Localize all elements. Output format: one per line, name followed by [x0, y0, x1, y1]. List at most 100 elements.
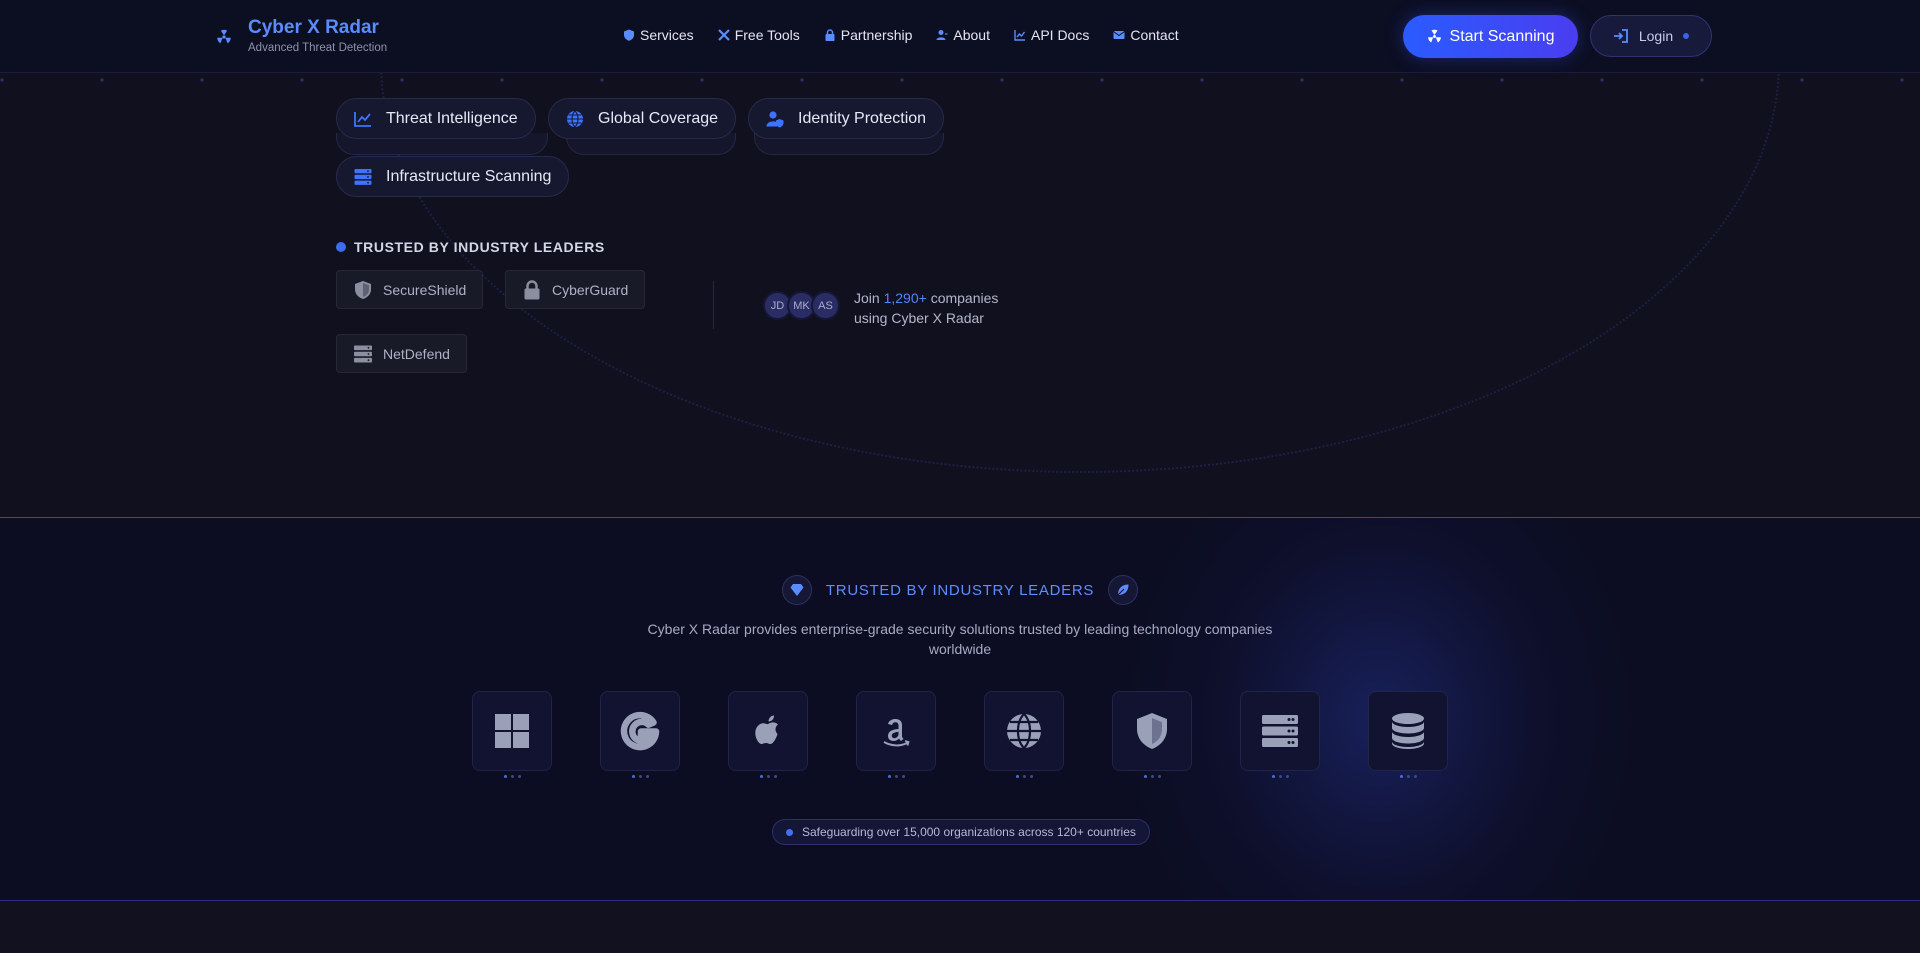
- start-scanning-label: Start Scanning: [1449, 27, 1555, 45]
- nav-contact[interactable]: Contact: [1113, 27, 1179, 43]
- envelope-icon: [1113, 31, 1126, 39]
- indicator-dots: [1271, 775, 1289, 778]
- logo-card: [984, 691, 1064, 771]
- vertical-divider: [713, 281, 714, 329]
- shield-icon: [355, 280, 371, 299]
- logo-card: [1240, 691, 1320, 771]
- join-companies-text: Join 1,290+ companies using Cyber X Rada…: [854, 288, 998, 328]
- chart-line-icon: [354, 111, 371, 127]
- logo-item: [600, 691, 680, 778]
- lock-icon: [524, 279, 540, 299]
- nav-free-tools-label: Free Tools: [734, 27, 800, 43]
- pill-dot: [786, 828, 793, 836]
- windows-icon: [495, 714, 529, 748]
- logo-item: [1112, 691, 1192, 778]
- logo-item: [984, 691, 1064, 778]
- logo-item: [472, 691, 552, 778]
- feature-label: Infrastructure Scanning: [386, 167, 552, 185]
- avatar: AS: [811, 291, 840, 320]
- nav-partnership[interactable]: Partnership: [824, 27, 913, 43]
- leaf-icon: [1108, 575, 1139, 605]
- partner-netdefend: NetDefend: [336, 334, 467, 373]
- nav-services[interactable]: Services: [623, 27, 694, 43]
- stats-pill: Safeguarding over 15,000 organizations a…: [772, 819, 1150, 845]
- logo-card: [856, 691, 936, 771]
- indicator-dots: [887, 775, 905, 778]
- section-header: TRUSTED BY INDUSTRY LEADERS: [0, 575, 1920, 605]
- trusted-heading-text: TRUSTED BY INDUSTRY LEADERS: [354, 239, 605, 255]
- feature-identity-protection[interactable]: Identity Protection: [748, 98, 945, 139]
- trusted-heading: TRUSTED BY INDUSTRY LEADERS: [336, 239, 605, 255]
- google-icon: [620, 711, 660, 751]
- feature-label: Global Coverage: [598, 109, 719, 127]
- feature-threat-intelligence[interactable]: Threat Intelligence: [336, 98, 536, 139]
- nav-api-docs-label: API Docs: [1030, 27, 1090, 43]
- feature-label: Identity Protection: [798, 109, 927, 127]
- join-count: 1,290+: [883, 290, 927, 306]
- logo-item: [728, 691, 808, 778]
- decorative-dot: [200, 78, 204, 82]
- join-prefix: Join: [854, 290, 880, 306]
- decorative-dot: [100, 78, 104, 82]
- section-title: TRUSTED BY INDUSTRY LEADERS: [825, 581, 1095, 599]
- user-shield-icon: [766, 110, 784, 127]
- logo-card: [472, 691, 552, 771]
- partner-secureshield: SecureShield: [336, 270, 484, 309]
- feature-infrastructure-scanning[interactable]: Infrastructure Scanning: [336, 156, 570, 197]
- shield-icon: [624, 29, 634, 41]
- nav-free-tools[interactable]: Free Tools: [717, 27, 800, 43]
- decorative-dot: [1900, 78, 1904, 82]
- main-nav: Services Free Tools Partnership About AP…: [623, 27, 1179, 43]
- nav-api-docs[interactable]: API Docs: [1014, 27, 1089, 43]
- logo-card: [1368, 691, 1448, 771]
- top-navigation-bar: Cyber X Radar Advanced Threat Detection …: [0, 0, 1920, 73]
- logo-item: [856, 691, 936, 778]
- partner-name: SecureShield: [383, 281, 467, 298]
- indicator-dots: [1399, 775, 1417, 778]
- tools-icon: [717, 29, 730, 41]
- login-button[interactable]: Login: [1590, 15, 1712, 57]
- indicator-dots: [1015, 775, 1033, 778]
- brand-subtitle: Advanced Threat Detection: [248, 42, 388, 54]
- shield-icon: [1137, 713, 1167, 749]
- nav-partnership-label: Partnership: [840, 27, 913, 43]
- radiation-icon: [214, 27, 234, 47]
- indicator-dots: [759, 775, 777, 778]
- login-label: Login: [1638, 28, 1674, 44]
- database-icon: [1392, 713, 1424, 749]
- join-line2: using Cyber X Radar: [854, 310, 984, 326]
- server-icon: [354, 168, 372, 185]
- status-dot: [1683, 33, 1690, 39]
- nav-services-label: Services: [640, 27, 694, 43]
- lock-icon: [825, 29, 835, 41]
- feature-global-coverage[interactable]: Global Coverage: [548, 98, 737, 139]
- join-suffix: companies: [930, 290, 999, 306]
- globe-icon: [1007, 713, 1041, 749]
- server-icon: [354, 345, 372, 362]
- chart-icon: [1014, 30, 1026, 41]
- decorative-dot: [0, 78, 4, 82]
- nav-contact-label: Contact: [1130, 27, 1179, 43]
- indicator-dots: [631, 775, 649, 778]
- logo-card: [600, 691, 680, 771]
- partner-name: NetDefend: [383, 345, 450, 362]
- stats-pill-text: Safeguarding over 15,000 organizations a…: [802, 825, 1136, 839]
- sign-in-icon: [1613, 29, 1628, 43]
- feature-label: Threat Intelligence: [386, 109, 518, 127]
- logo-item: [1368, 691, 1448, 778]
- amazon-icon: [883, 719, 910, 747]
- indicator-dots: [1143, 775, 1161, 778]
- partner-name: CyberGuard: [552, 281, 629, 298]
- user-icon: [936, 30, 948, 40]
- nav-about[interactable]: About: [936, 27, 990, 43]
- apple-icon: [755, 715, 778, 744]
- brand-title: Cyber X Radar: [248, 17, 379, 38]
- section-description: Cyber X Radar provides enterprise-grade …: [647, 621, 1273, 657]
- start-scanning-button[interactable]: Start Scanning: [1403, 15, 1578, 58]
- indicator-dots: [503, 775, 521, 778]
- logo-card: [728, 691, 808, 771]
- trusted-leaders-section: TRUSTED BY INDUSTRY LEADERS Cyber X Rada…: [0, 517, 1920, 901]
- decorative-dot: [1800, 78, 1804, 82]
- brand[interactable]: Cyber X Radar Advanced Threat Detection: [214, 17, 387, 54]
- logo-item: [1240, 691, 1320, 778]
